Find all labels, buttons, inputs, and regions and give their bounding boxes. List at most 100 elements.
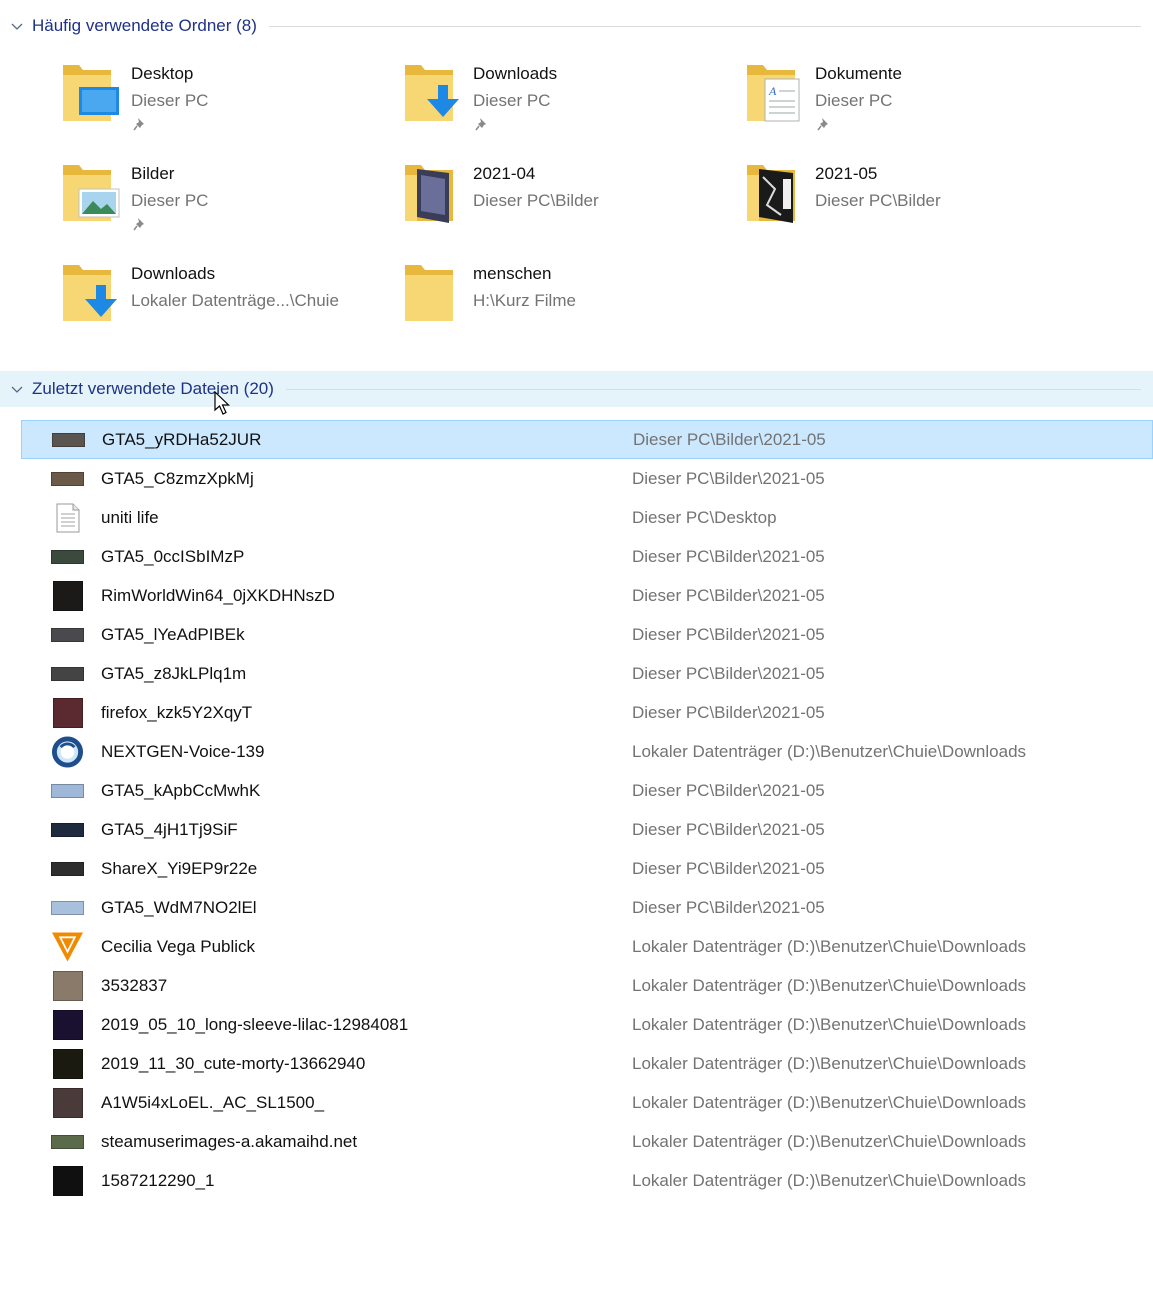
- file-location: Lokaler Datenträger (D:)\Benutzer\Chuie\…: [632, 1053, 1027, 1073]
- file-location: Lokaler Datenträger (D:)\Benutzer\Chuie\…: [632, 1170, 1027, 1190]
- file-row[interactable]: Cecilia Vega Publick Lokaler Datenträger …: [21, 927, 1153, 966]
- screenshot-thumbnail: [51, 815, 84, 845]
- file-name: 2019_05_10_long-sleeve-lilac-12984081: [101, 1014, 409, 1034]
- file-name: GTA5_yRDHa52JUR: [102, 429, 262, 449]
- desktop-folder-icon: [63, 65, 119, 121]
- file-location: Lokaler Datenträger (D:)\Benutzer\Chuie\…: [632, 975, 1027, 995]
- image-thumbnail: [51, 1009, 84, 1040]
- file-name: 1587212290_1: [101, 1170, 215, 1190]
- folder-tile[interactable]: Downloads Dieser PC: [403, 55, 733, 135]
- file-row[interactable]: GTA5_yRDHa52JUR Dieser PC\Bilder\2021-05: [21, 420, 1153, 459]
- file-location: Dieser PC\Bilder\2021-05: [632, 780, 825, 800]
- frequent-folders-header[interactable]: Häufig verwendete Ordner (8): [0, 8, 1153, 44]
- recent-files-header[interactable]: Zuletzt verwendete Dateien (20): [0, 371, 1153, 407]
- file-row[interactable]: GTA5_kApbCcMwhK Dieser PC\Bilder\2021-05: [21, 771, 1153, 810]
- folder-tile[interactable]: 2021-04 Dieser PC\Bilder: [403, 155, 733, 235]
- file-row[interactable]: 2019_05_10_long-sleeve-lilac-12984081 Lok…: [21, 1005, 1153, 1044]
- screenshot-thumbnail: [51, 776, 84, 806]
- image-thumbnail: [51, 1087, 84, 1118]
- file-row[interactable]: NEXTGEN-Voice-139 Lokaler Datenträger (D:…: [21, 732, 1153, 771]
- audio-file-icon: [51, 735, 84, 768]
- pin-icon: [817, 118, 828, 131]
- file-location: Dieser PC\Bilder\2021-05: [632, 468, 825, 488]
- file-location: Dieser PC\Bilder\2021-05: [632, 897, 825, 917]
- file-row[interactable]: 3532837 Lokaler Datenträger (D:)\Benutzer…: [21, 966, 1153, 1005]
- screenshot-thumbnail: [51, 464, 84, 494]
- file-name: firefox_kzk5Y2XqyT: [101, 702, 253, 722]
- screenshot-thumbnail: [51, 854, 84, 884]
- text-document-icon: [51, 503, 84, 533]
- file-location: Dieser PC\Bilder\2021-05: [633, 429, 826, 449]
- file-name: RimWorldWin64_0jXKDHNszD: [101, 585, 335, 605]
- file-location: Lokaler Datenträger (D:)\Benutzer\Chuie\…: [632, 741, 1027, 761]
- divider: [285, 388, 1141, 390]
- folder-path: Dieser PC: [473, 91, 551, 110]
- folder-tile[interactable]: Desktop Dieser PC: [61, 55, 391, 135]
- file-row[interactable]: 2019_11_30_cute-morty-13662940 Lokaler Da…: [21, 1044, 1153, 1083]
- folder-path: Lokaler Datenträge...\Chuie: [131, 291, 339, 310]
- file-location: Dieser PC\Bilder\2021-05: [632, 858, 825, 878]
- file-location: Dieser PC\Bilder\2021-05: [632, 819, 825, 839]
- pictures-folder-icon: [63, 165, 120, 221]
- recent-files-title: Zuletzt verwendete Dateien (20): [32, 379, 274, 398]
- file-location: Dieser PC\Bilder\2021-05: [632, 702, 825, 722]
- file-location: Lokaler Datenträger (D:)\Benutzer\Chuie\…: [632, 1014, 1027, 1034]
- vlc-media-icon: [51, 931, 84, 962]
- file-row[interactable]: firefox_kzk5Y2XqyT Dieser PC\Bilder\2021-…: [21, 693, 1153, 732]
- folder-name: Desktop: [131, 64, 194, 83]
- svg-text:A: A: [768, 84, 777, 98]
- folder-path: Dieser PC\Bilder: [815, 191, 941, 210]
- file-row[interactable]: GTA5_C8zmzXpkMj Dieser PC\Bilder\2021-05: [21, 459, 1153, 498]
- chevron-down-icon: [11, 23, 23, 30]
- folder-tile[interactable]: Downloads Lokaler Datenträge...\Chuie: [61, 255, 391, 335]
- image-thumbnail: [51, 1048, 84, 1079]
- downloads-folder-icon: [63, 265, 117, 321]
- file-location: Dieser PC\Bilder\2021-05: [632, 663, 825, 683]
- file-row[interactable]: 1587212290_1 Lokaler Datenträger (D:)\Ben…: [21, 1161, 1153, 1200]
- folder-path: H:\Kurz Filme: [473, 291, 576, 310]
- file-name: GTA5_C8zmzXpkMj: [101, 468, 254, 488]
- folder-tile[interactable]: A Dokumente Dieser PC: [745, 55, 1075, 135]
- file-name: ShareX_Yi9EP9r22e: [101, 858, 258, 878]
- image-folder-icon: [405, 165, 453, 223]
- folder-tile[interactable]: menschen H:\Kurz Filme: [403, 255, 733, 335]
- folder-name: Downloads: [131, 264, 216, 283]
- file-name: GTA5_kApbCcMwhK: [101, 780, 261, 800]
- file-row[interactable]: A1W5i4xLoEL._AC_SL1500_ Lokaler Datenträg…: [21, 1083, 1153, 1122]
- file-row[interactable]: steamuserimages-a.akamaihd.net Lokaler Da…: [21, 1122, 1153, 1161]
- file-location: Lokaler Datenträger (D:)\Benutzer\Chuie\…: [632, 1092, 1027, 1112]
- downloads-folder-icon: [405, 65, 459, 121]
- file-row[interactable]: uniti life Dieser PC\Desktop: [21, 498, 1153, 537]
- file-name: GTA5_0ccISbIMzP: [101, 546, 245, 566]
- file-row[interactable]: ShareX_Yi9EP9r22e Dieser PC\Bilder\2021-0…: [21, 849, 1153, 888]
- chevron-down-icon: [11, 386, 23, 393]
- file-row[interactable]: GTA5_0ccISbIMzP Dieser PC\Bilder\2021-05: [21, 537, 1153, 576]
- file-name: A1W5i4xLoEL._AC_SL1500_: [101, 1092, 325, 1112]
- pin-icon: [475, 118, 486, 131]
- image-thumbnail: [51, 1165, 84, 1196]
- file-name: 3532837: [101, 975, 168, 995]
- file-row[interactable]: GTA5_4jH1Tj9SiF Dieser PC\Bilder\2021-05: [21, 810, 1153, 849]
- file-location: Lokaler Datenträger (D:)\Benutzer\Chuie\…: [632, 1131, 1027, 1151]
- image-folder-icon: [747, 165, 795, 223]
- folder-tile[interactable]: Bilder Dieser PC: [61, 155, 391, 235]
- folder-path: Dieser PC: [815, 91, 893, 110]
- image-thumbnail: [51, 970, 84, 1001]
- folder-name: menschen: [473, 264, 552, 283]
- file-name: steamuserimages-a.akamaihd.net: [101, 1131, 358, 1151]
- file-row[interactable]: GTA5_z8JkLPlq1m Dieser PC\Bilder\2021-05: [21, 654, 1153, 693]
- folder-path: Dieser PC\Bilder: [473, 191, 599, 210]
- file-row[interactable]: GTA5_WdM7NO2lEl Dieser PC\Bilder\2021-05: [21, 888, 1153, 927]
- screenshot-thumbnail: [51, 893, 84, 923]
- folder-tile[interactable]: 2021-05 Dieser PC\Bilder: [745, 155, 1075, 235]
- folder-name: Downloads: [473, 64, 558, 83]
- file-row[interactable]: RimWorldWin64_0jXKDHNszD Dieser PC\Bilder…: [21, 576, 1153, 615]
- file-name: 2019_11_30_cute-morty-13662940: [101, 1053, 366, 1073]
- folder-path: Dieser PC: [131, 191, 209, 210]
- screenshot-thumbnail: [51, 697, 84, 728]
- divider: [268, 25, 1141, 27]
- folder-path: Dieser PC: [131, 91, 209, 110]
- file-row[interactable]: GTA5_lYeAdPIBEk Dieser PC\Bilder\2021-05: [21, 615, 1153, 654]
- folder-icon: [405, 265, 453, 321]
- file-location: Dieser PC\Desktop: [632, 507, 777, 527]
